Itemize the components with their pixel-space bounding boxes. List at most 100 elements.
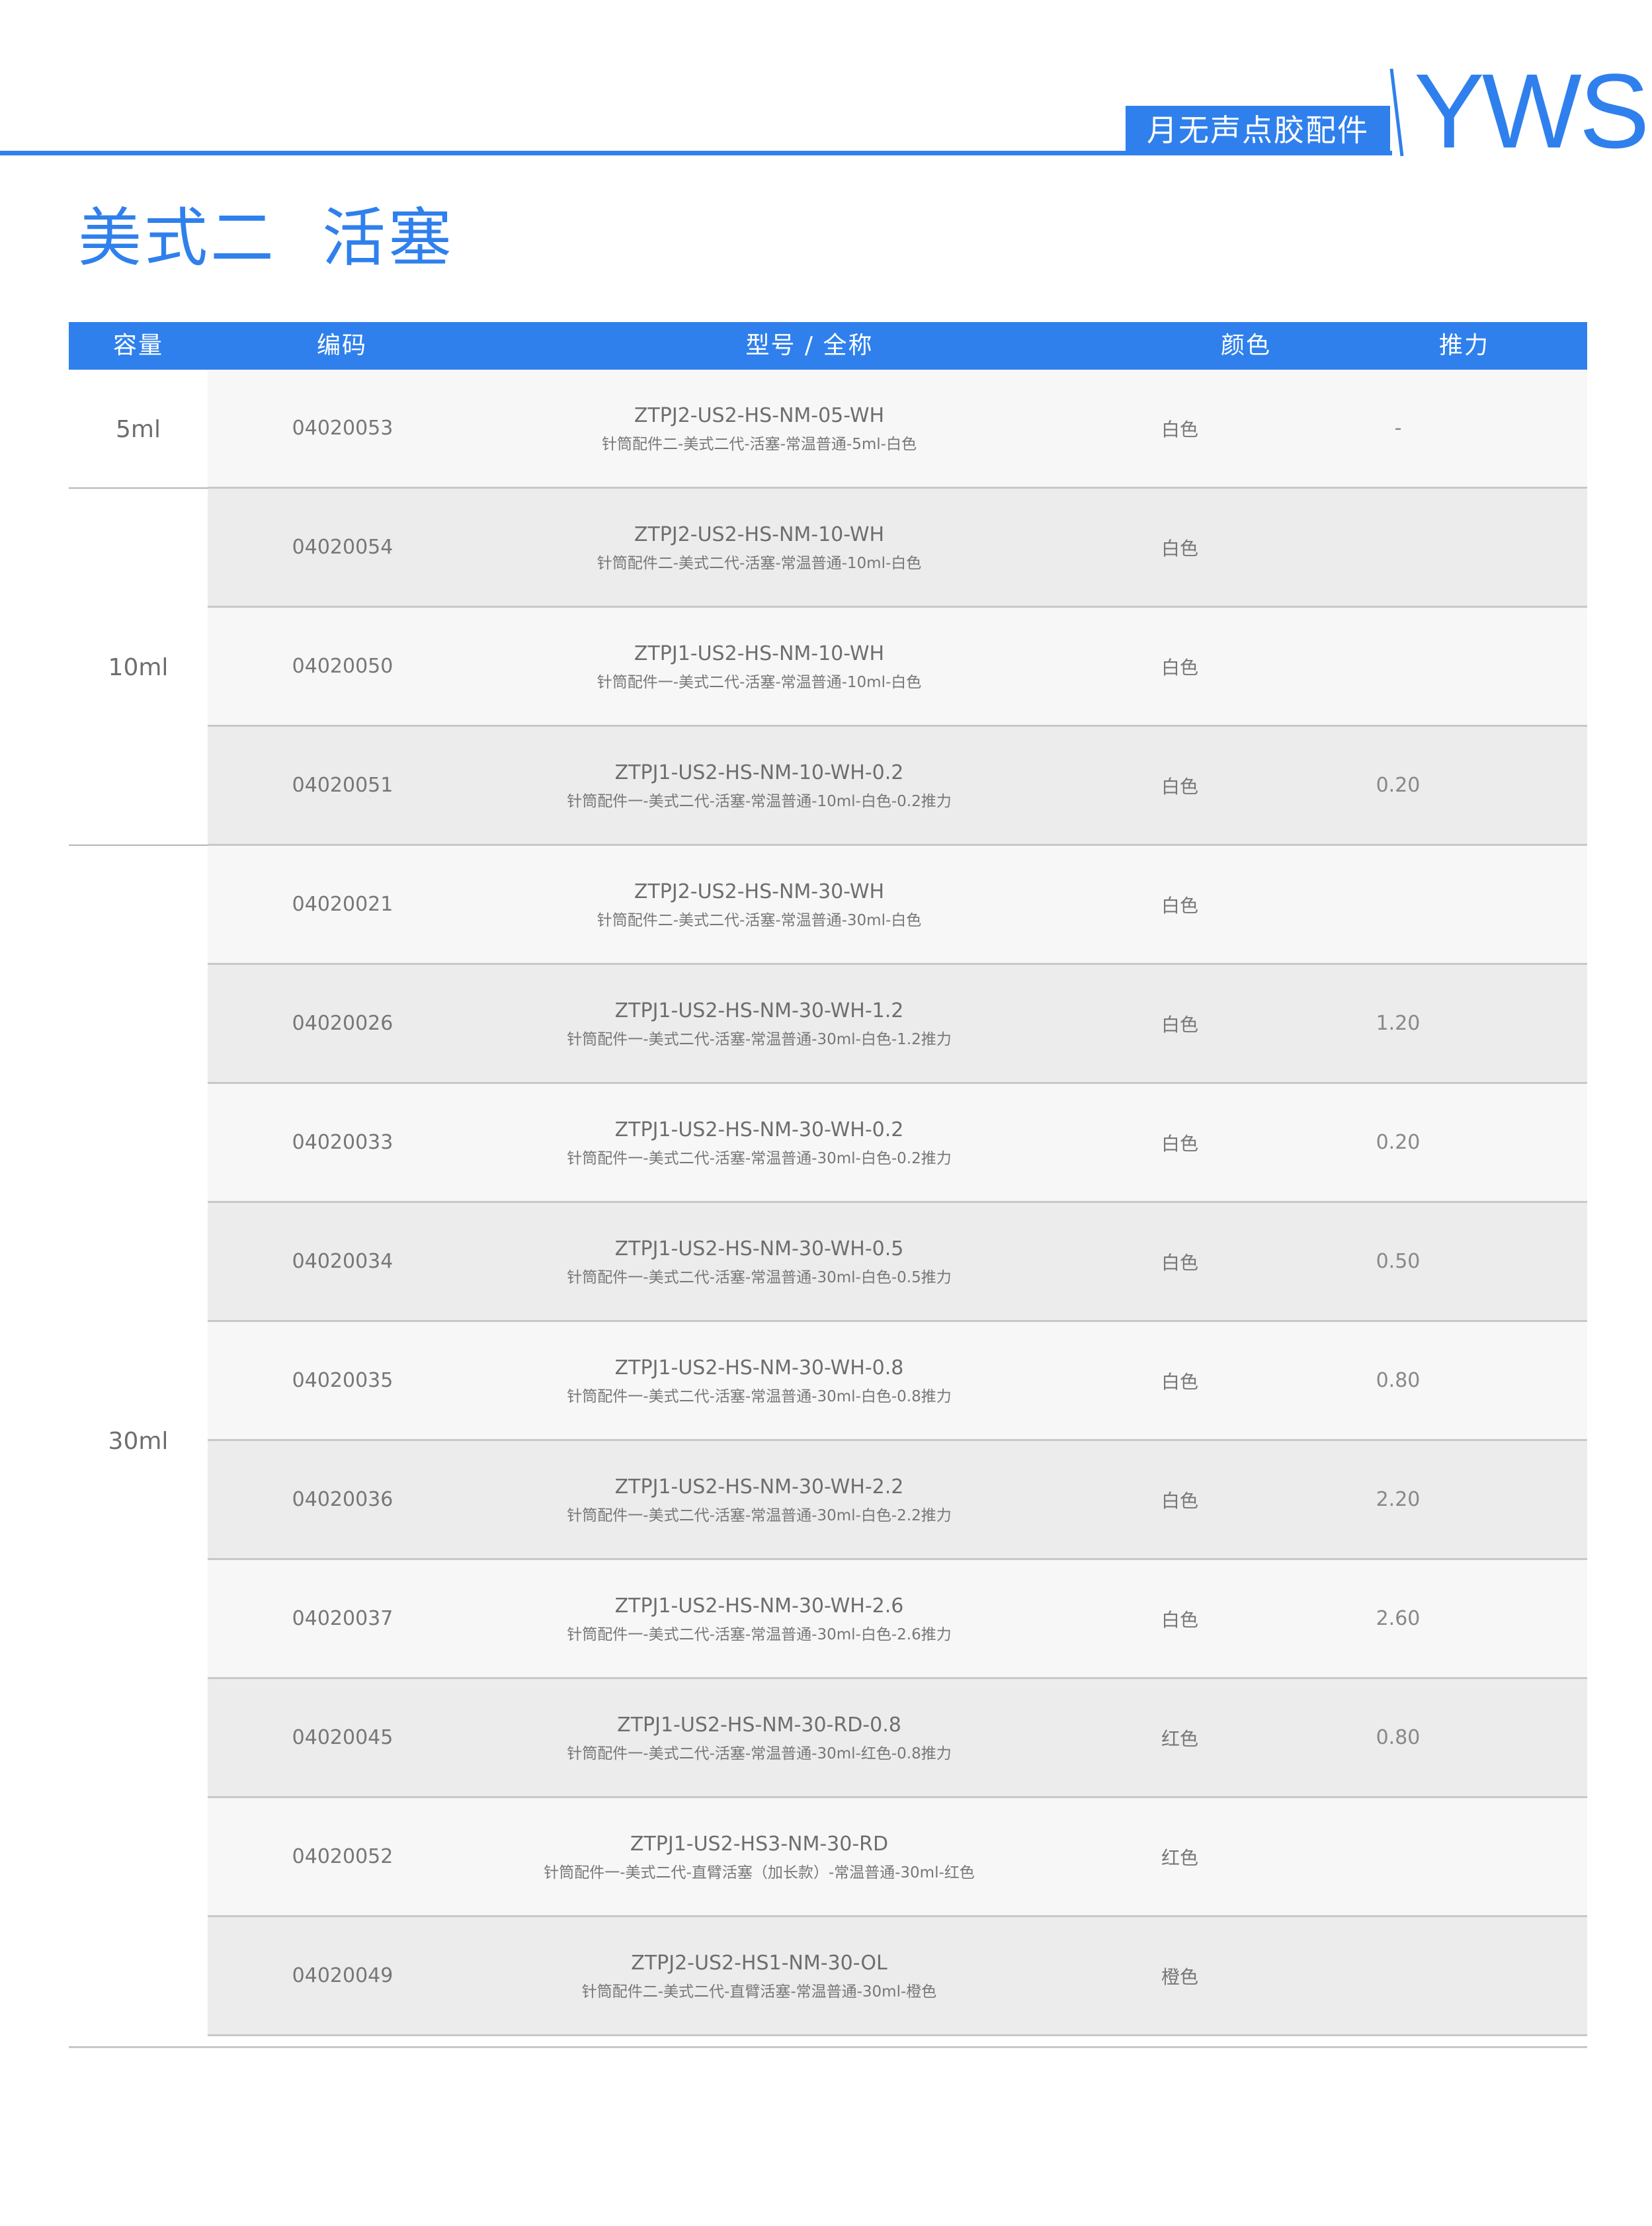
model-number: ZTPJ1-US2-HS-NM-10-WH-0.2 xyxy=(614,761,904,784)
push-force-cell: 0.20 xyxy=(1376,1131,1421,1154)
table-row: 04020053 ZTPJ2-US2-HS-NM-05-WH 针筒配件二-美式二代-… xyxy=(208,370,1587,489)
code-cell: 04020051 xyxy=(292,774,393,797)
code-cell: 04020033 xyxy=(292,1131,393,1154)
table-row: 04020035 ZTPJ1-US2-HS-NM-30-WH-0.8 针筒配件一-美… xyxy=(208,1322,1587,1441)
column-header-capacity: 容量 xyxy=(112,332,163,359)
color-cell: 白色 xyxy=(1161,894,1198,917)
model-cell: ZTPJ1-US2-HS-NM-30-WH-1.2 针筒配件一-美式二代-活塞-常… xyxy=(495,998,1024,1051)
push-force-cell xyxy=(1332,846,1464,963)
table-row: 04020036 ZTPJ1-US2-HS-NM-30-WH-2.2 针筒配件一-美… xyxy=(208,1441,1587,1560)
full-name: 针筒配件二-美式二代-活塞-常温普通-30ml-白色 xyxy=(597,912,922,929)
full-name: 针筒配件二-美式二代-活塞-常温普通-5ml-白色 xyxy=(602,436,917,453)
model-cell: ZTPJ1-US2-HS-NM-30-WH-0.2 针筒配件一-美式二代-活塞-常… xyxy=(495,1117,1024,1170)
color-cell: 白色 xyxy=(1161,1251,1198,1274)
model-cell: ZTPJ2-US2-HS-NM-05-WH 针筒配件二-美式二代-活塞-常温普通-… xyxy=(495,403,1024,456)
full-name: 针筒配件一-美式二代-活塞-常温普通-10ml-白色 xyxy=(597,674,922,691)
code-cell: 04020049 xyxy=(292,1964,393,1987)
code-cell: 04020045 xyxy=(292,1726,393,1749)
full-name: 针筒配件一-美式二代-活塞-常温普通-30ml-白色-0.8推力 xyxy=(567,1388,952,1405)
color-cell: 白色 xyxy=(1161,418,1198,440)
model-number: ZTPJ1-US2-HS-NM-10-WH xyxy=(634,642,885,665)
model-number: ZTPJ1-US2-HS3-NM-30-RD xyxy=(630,1833,889,1856)
model-number: ZTPJ1-US2-HS-NM-30-WH-1.2 xyxy=(614,999,904,1022)
table-header: 容量 编码 型号 / 全称 颜色 推力 xyxy=(69,322,1587,370)
model-number: ZTPJ2-US2-HS1-NM-30-OL xyxy=(631,1952,888,1975)
model-number: ZTPJ1-US2-HS-NM-30-WH-2.6 xyxy=(614,1594,904,1618)
push-force-cell: 2.60 xyxy=(1376,1607,1421,1630)
table-row: 04020051 ZTPJ1-US2-HS-NM-10-WH-0.2 针筒配件一-美… xyxy=(208,727,1587,846)
push-force-cell: 1.20 xyxy=(1376,1012,1421,1035)
full-name: 针筒配件一-美式二代-活塞-常温普通-30ml-白色-2.6推力 xyxy=(567,1626,952,1643)
push-force-cell: 2.20 xyxy=(1376,1488,1421,1511)
table-row: 04020050 ZTPJ1-US2-HS-NM-10-WH 针筒配件一-美式二代-… xyxy=(208,608,1587,727)
table-row: 04020034 ZTPJ1-US2-HS-NM-30-WH-0.5 针筒配件一-美… xyxy=(208,1203,1587,1322)
table-bottom-rule xyxy=(69,2046,1587,2048)
model-cell: ZTPJ1-US2-HS-NM-30-WH-2.2 针筒配件一-美式二代-活塞-常… xyxy=(495,1474,1024,1527)
full-name: 针筒配件二-美式二代-直臂活塞-常温普通-30ml-橙色 xyxy=(581,1983,937,2000)
column-header-push-force: 推力 xyxy=(1438,332,1489,359)
color-cell: 白色 xyxy=(1161,1370,1198,1393)
color-cell: 红色 xyxy=(1161,1727,1198,1750)
table-row: 04020049 ZTPJ2-US2-HS1-NM-30-OL 针筒配件二-美式二代… xyxy=(208,1917,1587,2036)
color-cell: 白色 xyxy=(1161,775,1198,798)
page-title: 美式二 活塞 xyxy=(78,201,455,275)
brand-tab: 月无声点胶配件 xyxy=(1126,106,1390,155)
full-name: 针筒配件一-美式二代-活塞-常温普通-10ml-白色-0.2推力 xyxy=(567,793,952,810)
code-cell: 04020035 xyxy=(292,1369,393,1392)
model-cell: ZTPJ1-US2-HS-NM-10-WH 针筒配件一-美式二代-活塞-常温普通-… xyxy=(495,641,1024,694)
push-force-cell xyxy=(1332,1798,1464,1915)
code-cell: 04020037 xyxy=(292,1607,393,1630)
model-cell: ZTPJ2-US2-HS-NM-30-WH 针筒配件二-美式二代-活塞-常温普通-… xyxy=(495,879,1024,932)
push-force-cell xyxy=(1332,489,1464,606)
full-name: 针筒配件一-美式二代-活塞-常温普通-30ml-白色-1.2推力 xyxy=(567,1031,952,1048)
model-number: ZTPJ1-US2-HS-NM-30-WH-0.2 xyxy=(614,1118,904,1141)
full-name: 针筒配件一-美式二代-活塞-常温普通-30ml-红色-0.8推力 xyxy=(567,1745,952,1762)
model-cell: ZTPJ2-US2-HS-NM-10-WH 针筒配件二-美式二代-活塞-常温普通-… xyxy=(495,522,1024,575)
code-cell: 04020036 xyxy=(292,1488,393,1511)
model-cell: ZTPJ1-US2-HS3-NM-30-RD 针筒配件一-美式二代-直臂活塞（加长… xyxy=(495,1831,1024,1884)
code-cell: 04020053 xyxy=(292,417,393,440)
model-cell: ZTPJ2-US2-HS1-NM-30-OL 针筒配件二-美式二代-直臂活塞-常温… xyxy=(495,1950,1024,2003)
code-cell: 04020021 xyxy=(292,893,393,916)
push-force-cell xyxy=(1332,608,1464,725)
model-number: ZTPJ2-US2-HS-NM-30-WH xyxy=(634,880,885,903)
model-number: ZTPJ1-US2-HS-NM-30-WH-0.8 xyxy=(614,1356,904,1380)
table-row: 04020037 ZTPJ1-US2-HS-NM-30-WH-2.6 针筒配件一-美… xyxy=(208,1560,1587,1679)
model-number: ZTPJ2-US2-HS-NM-05-WH xyxy=(634,404,885,427)
color-cell: 白色 xyxy=(1161,537,1198,559)
brand-logo: YWS xyxy=(1414,52,1649,170)
push-force-cell: 0.80 xyxy=(1376,1369,1421,1392)
capacity-cell: 10ml xyxy=(108,653,169,681)
model-cell: ZTPJ1-US2-HS-NM-30-WH-0.5 针筒配件一-美式二代-活塞-常… xyxy=(495,1236,1024,1289)
column-header-color: 颜色 xyxy=(1220,332,1271,359)
color-cell: 白色 xyxy=(1161,1132,1198,1155)
model-number: ZTPJ1-US2-HS-NM-30-WH-0.5 xyxy=(614,1237,904,1260)
color-cell: 白色 xyxy=(1161,656,1198,679)
push-force-cell: - xyxy=(1394,417,1402,440)
push-force-cell: 0.50 xyxy=(1376,1250,1421,1273)
model-cell: ZTPJ1-US2-HS-NM-30-WH-2.6 针筒配件一-美式二代-活塞-常… xyxy=(495,1593,1024,1646)
color-cell: 白色 xyxy=(1161,1013,1198,1036)
full-name: 针筒配件二-美式二代-活塞-常温普通-10ml-白色 xyxy=(597,555,922,572)
full-name: 针筒配件一-美式二代-活塞-常温普通-30ml-白色-2.2推力 xyxy=(567,1507,952,1524)
code-cell: 04020050 xyxy=(292,655,393,678)
full-name: 针筒配件一-美式二代-活塞-常温普通-30ml-白色-0.2推力 xyxy=(567,1150,952,1167)
model-cell: ZTPJ1-US2-HS-NM-30-RD-0.8 针筒配件一-美式二代-活塞-常… xyxy=(495,1712,1024,1765)
column-header-code: 编码 xyxy=(316,332,367,359)
column-header-model: 型号 / 全称 xyxy=(745,332,874,359)
full-name: 针筒配件一-美式二代-直臂活塞（加长款）-常温普通-30ml-红色 xyxy=(544,1864,975,1881)
model-number: ZTPJ1-US2-HS-NM-30-WH-2.2 xyxy=(614,1475,904,1499)
color-cell: 红色 xyxy=(1161,1846,1198,1869)
table-row: 04020026 ZTPJ1-US2-HS-NM-30-WH-1.2 针筒配件一-美… xyxy=(208,965,1587,1084)
color-cell: 白色 xyxy=(1161,1489,1198,1512)
push-force-cell xyxy=(1332,1917,1464,2034)
code-cell: 04020052 xyxy=(292,1845,393,1868)
color-cell: 橙色 xyxy=(1161,1965,1198,1988)
table-row: 04020021 ZTPJ2-US2-HS-NM-30-WH 针筒配件二-美式二代-… xyxy=(208,846,1587,965)
code-cell: 04020034 xyxy=(292,1250,393,1273)
model-cell: ZTPJ1-US2-HS-NM-10-WH-0.2 针筒配件一-美式二代-活塞-常… xyxy=(495,760,1024,813)
color-cell: 白色 xyxy=(1161,1608,1198,1631)
full-name: 针筒配件一-美式二代-活塞-常温普通-30ml-白色-0.5推力 xyxy=(567,1269,952,1286)
push-force-cell: 0.20 xyxy=(1376,774,1421,797)
table-row: 04020054 ZTPJ2-US2-HS-NM-10-WH 针筒配件二-美式二代-… xyxy=(208,489,1587,608)
